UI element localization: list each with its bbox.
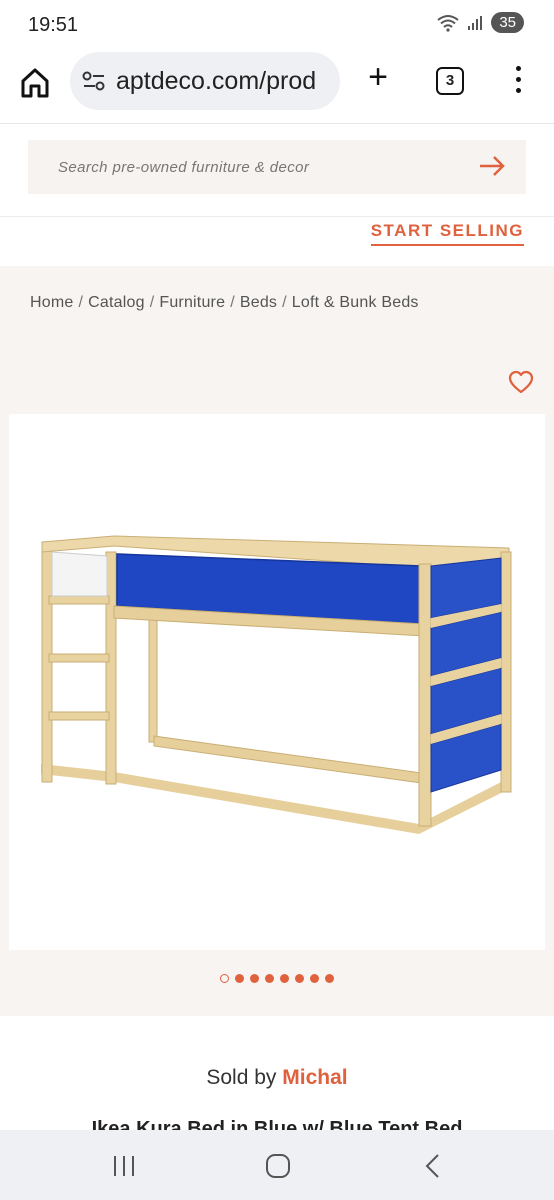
home-circle-icon[interactable] — [263, 1152, 293, 1180]
carousel-dot[interactable] — [220, 974, 229, 983]
breadcrumb-beds[interactable]: Beds — [240, 294, 277, 311]
wifi-icon — [437, 14, 459, 32]
breadcrumb-furniture[interactable]: Furniture — [159, 294, 225, 311]
battery-icon: 35 — [491, 12, 524, 33]
signal-icon — [468, 15, 483, 30]
breadcrumb: Home / Catalog / Furniture / Beds / Loft & Bunk … — [30, 294, 419, 312]
browser-toolbar: aptdeco.com/prod + 3 — [0, 52, 554, 124]
image-carousel-dots — [0, 974, 554, 983]
carousel-dot[interactable] — [265, 974, 274, 983]
tabs-icon[interactable]: 3 — [436, 67, 464, 95]
carousel-dot[interactable] — [295, 974, 304, 983]
home-icon[interactable] — [18, 66, 52, 100]
carousel-dot[interactable] — [310, 974, 319, 983]
seller-line: Sold by Michal — [0, 1066, 554, 1090]
breadcrumb-separator: / — [282, 294, 287, 311]
breadcrumb-home[interactable]: Home — [30, 294, 73, 311]
product-image[interactable] — [9, 414, 545, 950]
carousel-dot[interactable] — [235, 974, 244, 983]
arrow-right-icon[interactable] — [478, 154, 506, 178]
seller-name-link[interactable]: Michal — [282, 1066, 347, 1089]
more-vert-icon[interactable] — [508, 66, 528, 96]
carousel-dot[interactable] — [280, 974, 289, 983]
android-nav-bar — [0, 1130, 554, 1200]
sell-bar: START SELLING — [0, 216, 554, 266]
search-input[interactable]: Search pre-owned furniture & decor — [28, 140, 526, 194]
site-header: Search pre-owned furniture & decor — [0, 124, 554, 216]
breadcrumb-separator: / — [78, 294, 84, 311]
search-placeholder: Search pre-owned furniture & decor — [58, 158, 310, 176]
heart-icon[interactable] — [508, 370, 534, 394]
site-settings-icon[interactable] — [82, 70, 106, 92]
breadcrumb-loft-bunk-beds[interactable]: Loft & Bunk Beds — [292, 294, 419, 311]
breadcrumb-separator: / — [230, 294, 235, 311]
plus-icon: + — [368, 58, 388, 96]
breadcrumb-catalog[interactable]: Catalog — [88, 294, 145, 311]
carousel-dot[interactable] — [250, 974, 259, 983]
breadcrumb-separator: / — [149, 294, 155, 311]
url-text: aptdeco.com/prod — [116, 66, 317, 95]
status-icons: 35 — [437, 12, 524, 33]
status-time: 19:51 — [28, 14, 79, 36]
start-selling-link[interactable]: START SELLING — [370, 221, 524, 246]
carousel-dot[interactable] — [325, 974, 334, 983]
loft-bed-image — [41, 535, 512, 834]
sold-by-label: Sold by — [206, 1066, 277, 1089]
status-bar: 19:51 35 — [0, 0, 554, 52]
new-tab-button[interactable]: + — [362, 60, 394, 94]
product-gallery-section: Home / Catalog / Furniture / Beds / Loft & Bunk … — [0, 266, 554, 1016]
recents-icon[interactable] — [110, 1152, 140, 1180]
address-bar[interactable]: aptdeco.com/prod — [70, 52, 340, 110]
back-icon[interactable] — [418, 1152, 448, 1180]
